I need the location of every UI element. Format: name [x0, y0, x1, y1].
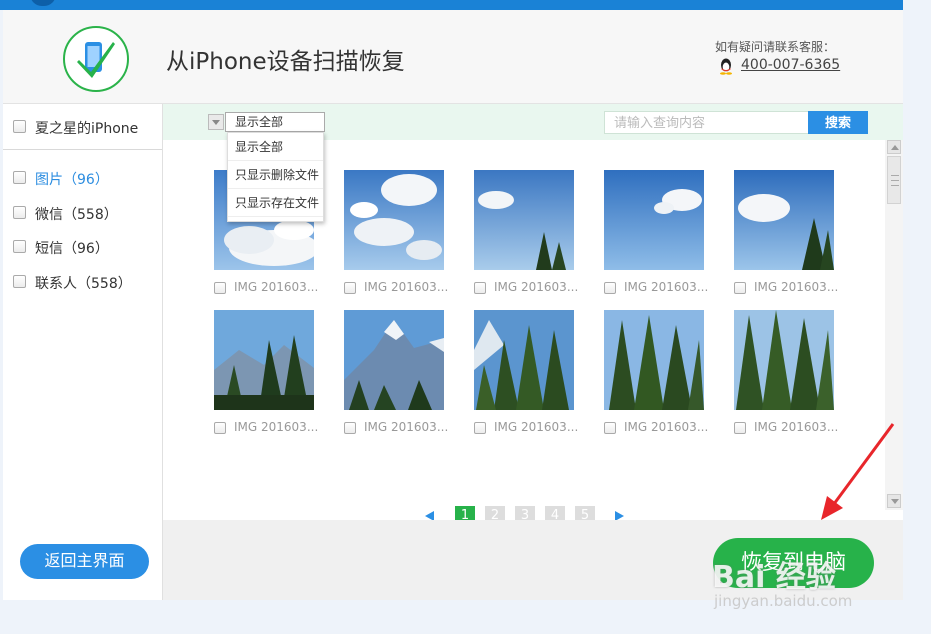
- photo-name: IMG 201603...: [234, 420, 319, 434]
- wechat-checkbox[interactable]: [13, 206, 26, 219]
- search-input[interactable]: [604, 111, 809, 134]
- photo-name: IMG 201603...: [494, 280, 579, 294]
- photo-checkbox[interactable]: [214, 422, 226, 434]
- photo-name: IMG 201603...: [364, 420, 449, 434]
- filter-option-existing[interactable]: 只显示存在文件: [228, 189, 323, 217]
- sidebar-item-wechat[interactable]: 微信（558）: [3, 201, 162, 225]
- red-arrow-annotation: [821, 423, 895, 520]
- search-button[interactable]: 搜索: [808, 111, 868, 134]
- title-bar: [0, 0, 903, 10]
- support-phone-link[interactable]: 400-007-6365: [741, 57, 840, 73]
- photo-name: IMG 201603...: [754, 280, 839, 294]
- page-title: 从iPhone设备扫描恢复: [166, 49, 405, 75]
- photos-checkbox[interactable]: [13, 171, 26, 184]
- photo-thumbnail[interactable]: [734, 170, 834, 270]
- photo-tile[interactable]: IMG 201603...: [474, 170, 578, 298]
- photo-checkbox[interactable]: [734, 282, 746, 294]
- photo-tile[interactable]: IMG 201603...: [604, 170, 708, 298]
- photo-checkbox[interactable]: [604, 422, 616, 434]
- sidebar-item-sms[interactable]: 短信（96）: [3, 235, 162, 259]
- photo-checkbox[interactable]: [344, 282, 356, 294]
- filter-select[interactable]: 显示全部: [225, 112, 325, 132]
- photo-thumbnail[interactable]: [604, 310, 704, 410]
- sms-checkbox[interactable]: [13, 240, 26, 253]
- help-label: 如有疑问请联系客服：: [714, 40, 835, 54]
- sidebar-item-label: 微信（558）: [35, 207, 118, 223]
- app-window: 从iPhone设备扫描恢复 如有疑问请联系客服： 400-007-6365 夏之…: [3, 10, 903, 600]
- photo-checkbox[interactable]: [604, 282, 616, 294]
- contacts-checkbox[interactable]: [13, 275, 26, 288]
- sidebar-item-label: 短信（96）: [35, 241, 109, 257]
- sidebar-item-label: 图片（96）: [35, 172, 109, 188]
- photo-name: IMG 201603...: [234, 280, 319, 294]
- photo-thumbnail[interactable]: [214, 310, 314, 410]
- photo-thumbnail[interactable]: [474, 170, 574, 270]
- photo-checkbox[interactable]: [214, 282, 226, 294]
- qq-icon: [720, 58, 732, 75]
- photo-tile[interactable]: IMG 201603...: [734, 310, 838, 438]
- filter-dropdown: 显示全部 只显示删除文件 只显示存在文件: [227, 132, 324, 222]
- app-logo-sliver: [30, 0, 56, 6]
- photo-thumbnail[interactable]: [734, 310, 834, 410]
- photo-checkbox[interactable]: [474, 422, 486, 434]
- baidu-watermark: Bai 经验: [712, 560, 836, 595]
- filter-option-deleted[interactable]: 只显示删除文件: [228, 161, 323, 189]
- sidebar-item-label: 联系人（558）: [35, 276, 132, 292]
- back-to-home-button[interactable]: 返回主界面: [20, 544, 149, 579]
- scroll-up-icon[interactable]: [887, 140, 901, 154]
- sidebar-item-contacts[interactable]: 联系人（558）: [3, 270, 162, 294]
- device-item[interactable]: 夏之星的iPhone: [3, 104, 162, 150]
- header: 从iPhone设备扫描恢复 如有疑问请联系客服： 400-007-6365: [3, 10, 903, 104]
- photo-checkbox[interactable]: [474, 282, 486, 294]
- photo-thumbnail[interactable]: [344, 310, 444, 410]
- photo-tile[interactable]: IMG 201603...: [214, 310, 318, 438]
- photo-tile[interactable]: IMG 201603...: [344, 310, 448, 438]
- device-name: 夏之星的iPhone: [35, 121, 139, 137]
- sidebar-item-photos[interactable]: 图片（96）: [3, 166, 162, 190]
- photo-name: IMG 201603...: [494, 420, 579, 434]
- photo-checkbox[interactable]: [344, 422, 356, 434]
- photo-thumbnail[interactable]: [604, 170, 704, 270]
- photo-thumbnail[interactable]: [474, 310, 574, 410]
- photo-name: IMG 201603...: [364, 280, 449, 294]
- main-content: 显示全部 搜索 显示全部 只显示删除文件 只显示存在文件 IMG 201603.…: [163, 104, 903, 600]
- baidu-watermark-url: jingyan.baidu.com: [714, 592, 853, 610]
- photo-tile[interactable]: IMG 201603...: [344, 170, 448, 298]
- chevron-down-icon[interactable]: [208, 114, 224, 130]
- photo-tile[interactable]: IMG 201603...: [474, 310, 578, 438]
- photo-name: IMG 201603...: [624, 420, 709, 434]
- photo-thumbnail[interactable]: [344, 170, 444, 270]
- scrollbar-thumb[interactable]: [887, 156, 901, 204]
- photo-tile[interactable]: IMG 201603...: [734, 170, 838, 298]
- photo-name: IMG 201603...: [624, 280, 709, 294]
- filter-option-all[interactable]: 显示全部: [228, 133, 323, 161]
- photo-checkbox[interactable]: [734, 422, 746, 434]
- sidebar: 夏之星的iPhone 图片（96） 微信（558） 短信（96） 联系人（558…: [3, 104, 163, 600]
- device-checkbox[interactable]: [13, 120, 26, 133]
- iphone-check-icon: [63, 26, 129, 92]
- photo-tile[interactable]: IMG 201603...: [604, 310, 708, 438]
